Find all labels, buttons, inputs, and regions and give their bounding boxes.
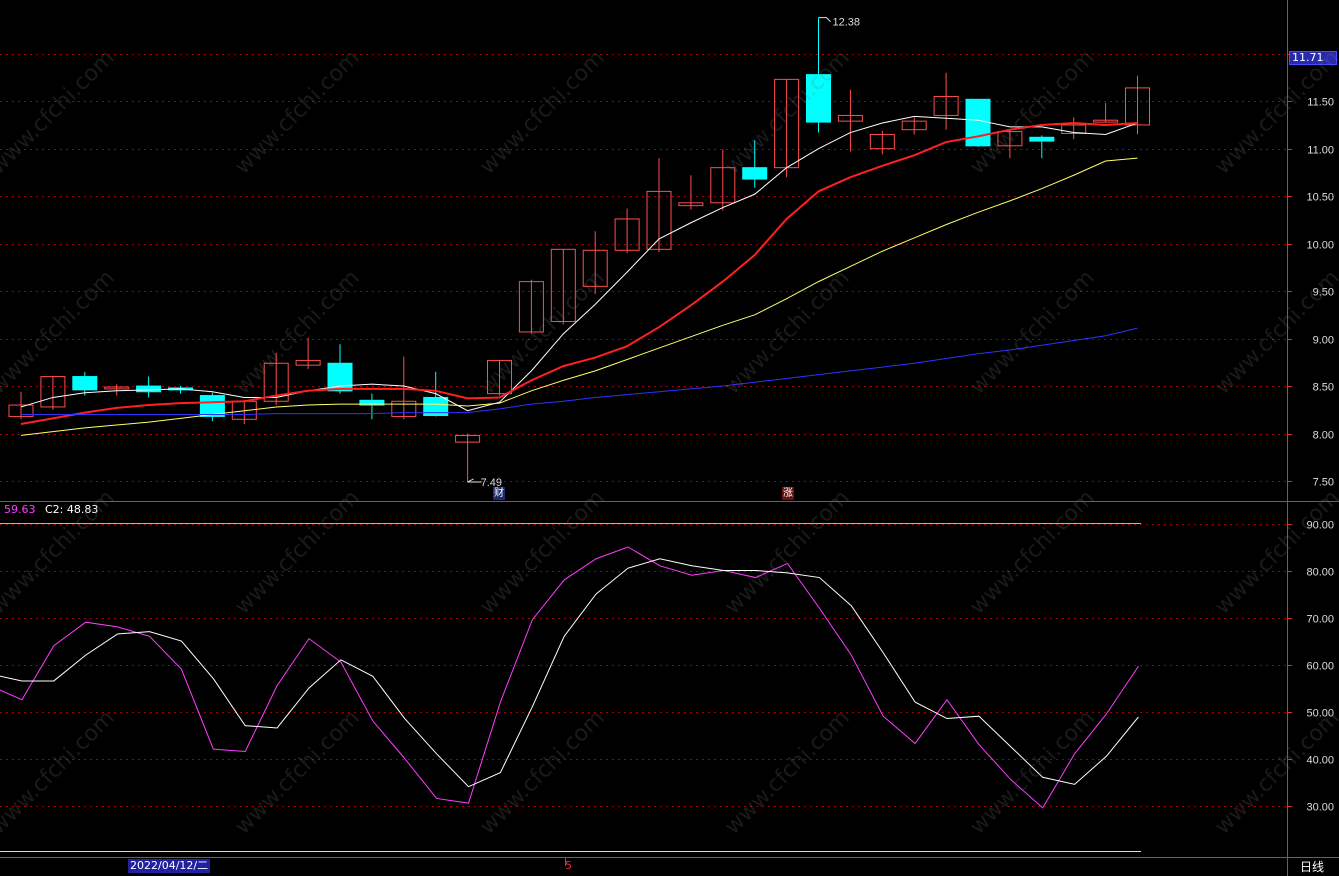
c1-value-label: 59.63 xyxy=(4,503,36,516)
c2-value-label: C2: 48.83 xyxy=(45,503,99,516)
indicator-tick-label: 70.00 xyxy=(1306,614,1334,626)
candle-body-down xyxy=(806,74,831,123)
price-tick-label: 11.50 xyxy=(1307,97,1334,109)
high-arrow xyxy=(818,17,831,23)
stock-chart: 12.0011.5011.0010.5010.009.509.008.508.0… xyxy=(0,0,1339,876)
indicator-tick-label: 90.00 xyxy=(1306,520,1334,532)
cursor-date-badge: 2022/04/12/二 xyxy=(128,859,211,873)
candle-body-down xyxy=(742,167,768,180)
period-selector[interactable]: 日线 xyxy=(1300,860,1324,874)
high-price-label: 12.38 xyxy=(833,17,861,29)
c2-line xyxy=(0,558,1139,788)
price-tick-label: 8.50 xyxy=(1313,382,1334,394)
low-arrow xyxy=(467,478,482,483)
indicator-header: 59.63 C2: 48.83 xyxy=(4,503,98,517)
current-price-badge: 11.71 xyxy=(1289,51,1337,65)
candle-body-down xyxy=(1029,136,1055,142)
candle-body-down xyxy=(72,376,98,391)
ma20-line xyxy=(20,157,1138,436)
price-tick-label: 11.00 xyxy=(1307,145,1334,157)
limit-up-marker[interactable]: 涨 xyxy=(782,487,794,500)
indicator-tick-label: 40.00 xyxy=(1306,755,1334,767)
indicator-tick-label: 80.00 xyxy=(1306,567,1334,579)
indicator-tick-label: 60.00 xyxy=(1306,661,1334,673)
candle-body-down xyxy=(965,98,991,147)
financial-report-marker[interactable]: 财 xyxy=(493,487,505,500)
price-tick-label: 10.50 xyxy=(1306,192,1334,204)
candle-body-down xyxy=(327,362,353,392)
month-axis-label: 5 xyxy=(565,859,572,872)
price-tick-label: 9.50 xyxy=(1313,287,1334,299)
indicator-tick-label: 30.00 xyxy=(1306,802,1334,814)
ma5-line xyxy=(20,115,1138,412)
candle-body-down xyxy=(136,385,162,393)
price-tick-label: 9.00 xyxy=(1313,335,1334,347)
price-tick-label: 7.50 xyxy=(1313,477,1334,489)
price-tick-label: 10.00 xyxy=(1306,240,1334,252)
price-tick-label: 8.00 xyxy=(1313,430,1334,442)
ma10-line xyxy=(20,122,1138,426)
c1-line xyxy=(0,546,1139,809)
indicator-tick-label: 50.00 xyxy=(1306,708,1334,720)
ma60-line xyxy=(21,327,1138,416)
